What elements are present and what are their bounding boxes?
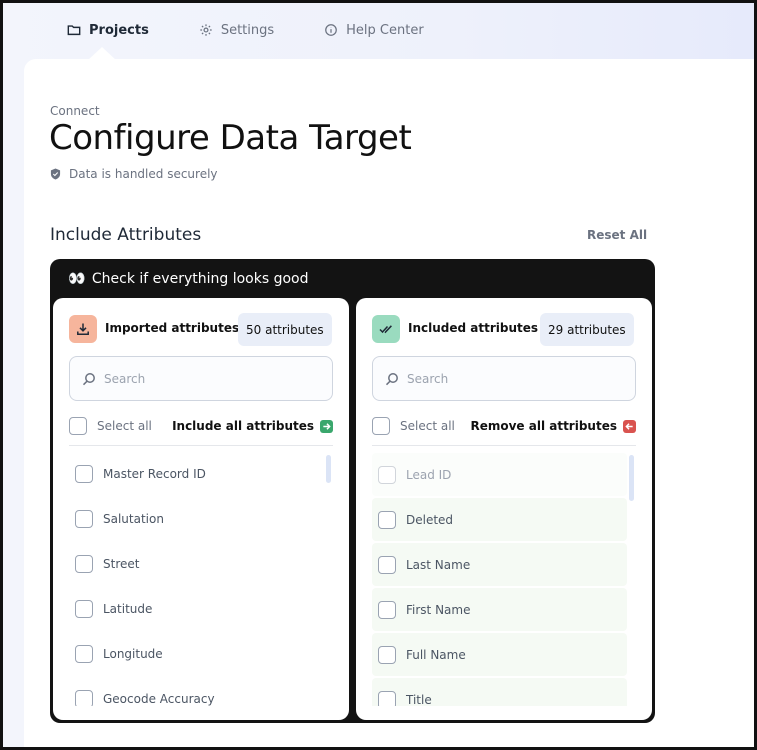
item-checkbox[interactable] (75, 689, 93, 706)
list-item[interactable]: Title (372, 678, 627, 706)
nav-settings[interactable]: Settings (199, 23, 274, 38)
item-checkbox[interactable] (75, 599, 93, 618)
included-search[interactable] (372, 356, 636, 401)
list-item[interactable]: Last Name (372, 543, 627, 586)
search-icon (385, 372, 398, 385)
breadcrumb[interactable]: Connect (50, 104, 100, 118)
included-count-badge: 29 attributes (540, 313, 634, 346)
remove-all-label: Remove all attributes (470, 419, 617, 433)
item-label: Geocode Accuracy (103, 691, 215, 706)
imported-count-badge: 50 attributes (238, 313, 332, 346)
include-all-label: Include all attributes (172, 419, 314, 433)
list-item[interactable]: Master Record ID (69, 451, 333, 496)
item-checkbox[interactable] (75, 554, 93, 573)
nav-projects-label: Projects (89, 22, 149, 38)
list-item[interactable]: First Name (372, 588, 627, 631)
include-all-button[interactable]: Include all attributes (172, 419, 333, 433)
divider (372, 445, 636, 446)
secure-note-text: Data is handled securely (69, 167, 218, 181)
list-item[interactable]: Latitude (69, 586, 333, 631)
section-title: Include Attributes (50, 225, 202, 245)
review-title: 👀 Check if everything looks good (68, 271, 308, 287)
item-label: Longitude (103, 646, 163, 661)
list-item: Lead ID (372, 453, 627, 496)
review-title-text: Check if everything looks good (91, 271, 309, 287)
folder-icon (67, 25, 81, 36)
top-navigation: Projects Settings Help Center (67, 19, 474, 41)
item-label: Title (406, 692, 432, 707)
item-checkbox[interactable] (75, 644, 93, 663)
imported-select-all-label[interactable]: Select all (97, 419, 152, 433)
item-checkbox[interactable] (378, 600, 396, 619)
included-select-all-label[interactable]: Select all (400, 419, 455, 433)
included-attributes-panel: Included attributes 29 attributes Select… (356, 298, 652, 720)
imported-scrollbar[interactable] (326, 455, 331, 483)
included-icon-tile (372, 315, 400, 343)
divider (69, 445, 333, 446)
item-label: Street (103, 556, 140, 571)
item-checkbox[interactable] (378, 555, 396, 574)
included-attribute-list: Lead ID Deleted Last Name First Name Ful… (372, 451, 627, 706)
list-item[interactable]: Longitude (69, 631, 333, 676)
item-label: Last Name (406, 557, 471, 572)
nav-help-center[interactable]: Help Center (324, 23, 424, 38)
imported-icon-tile (69, 315, 97, 343)
included-title: Included attributes (408, 321, 539, 335)
imported-search[interactable] (69, 356, 333, 401)
app-frame: Projects Settings Help Center Connect Co… (0, 0, 757, 750)
included-scrollbar[interactable] (629, 455, 634, 501)
eyes-emoji: 👀 (68, 271, 85, 287)
item-checkbox[interactable] (378, 645, 396, 664)
gear-icon (200, 24, 212, 36)
remove-all-button[interactable]: Remove all attributes (470, 419, 636, 433)
list-item[interactable]: Salutation (69, 496, 333, 541)
item-checkbox[interactable] (378, 690, 396, 706)
list-item[interactable]: Deleted (372, 498, 627, 541)
nav-projects[interactable]: Projects (67, 23, 149, 38)
nav-help-center-label: Help Center (346, 22, 424, 38)
arrow-right-icon (320, 419, 333, 433)
nav-settings-label: Settings (220, 22, 275, 38)
item-checkbox[interactable] (378, 510, 396, 529)
download-icon (77, 323, 89, 335)
included-search-input[interactable] (407, 371, 627, 386)
item-label: Master Record ID (103, 466, 206, 481)
item-checkbox[interactable] (75, 464, 93, 483)
reset-all-button[interactable]: Reset All (587, 228, 647, 242)
list-item[interactable]: Geocode Accuracy (69, 676, 333, 706)
item-label: Latitude (103, 601, 153, 616)
arrow-left-icon (623, 419, 636, 433)
item-label: Deleted (406, 512, 454, 527)
review-container: 👀 Check if everything looks good Importe… (50, 259, 655, 723)
included-select-row: Select all Remove all attributes (372, 415, 636, 437)
item-checkbox (378, 465, 396, 484)
search-icon (82, 372, 95, 385)
shield-check-icon (50, 168, 61, 180)
imported-attributes-panel: Imported attributes 50 attributes Select… (53, 298, 349, 720)
item-label: Salutation (103, 511, 164, 526)
imported-search-input[interactable] (104, 371, 324, 386)
item-label: First Name (406, 602, 471, 617)
imported-select-row: Select all Include all attributes (69, 415, 333, 437)
list-item[interactable]: Full Name (372, 633, 627, 676)
imported-title: Imported attributes (105, 321, 240, 335)
item-label: Lead ID (406, 467, 452, 482)
page-title: Configure Data Target (49, 118, 412, 158)
item-label: Full Name (406, 647, 466, 662)
included-select-all-checkbox[interactable] (372, 417, 390, 435)
info-icon (325, 24, 338, 36)
secure-note: Data is handled securely (50, 167, 218, 181)
imported-select-all-checkbox[interactable] (69, 417, 87, 435)
list-item[interactable]: Street (69, 541, 333, 586)
imported-attribute-list: Master Record ID Salutation Street Latit… (69, 451, 333, 706)
double-check-icon (379, 325, 392, 334)
item-checkbox[interactable] (75, 509, 93, 528)
